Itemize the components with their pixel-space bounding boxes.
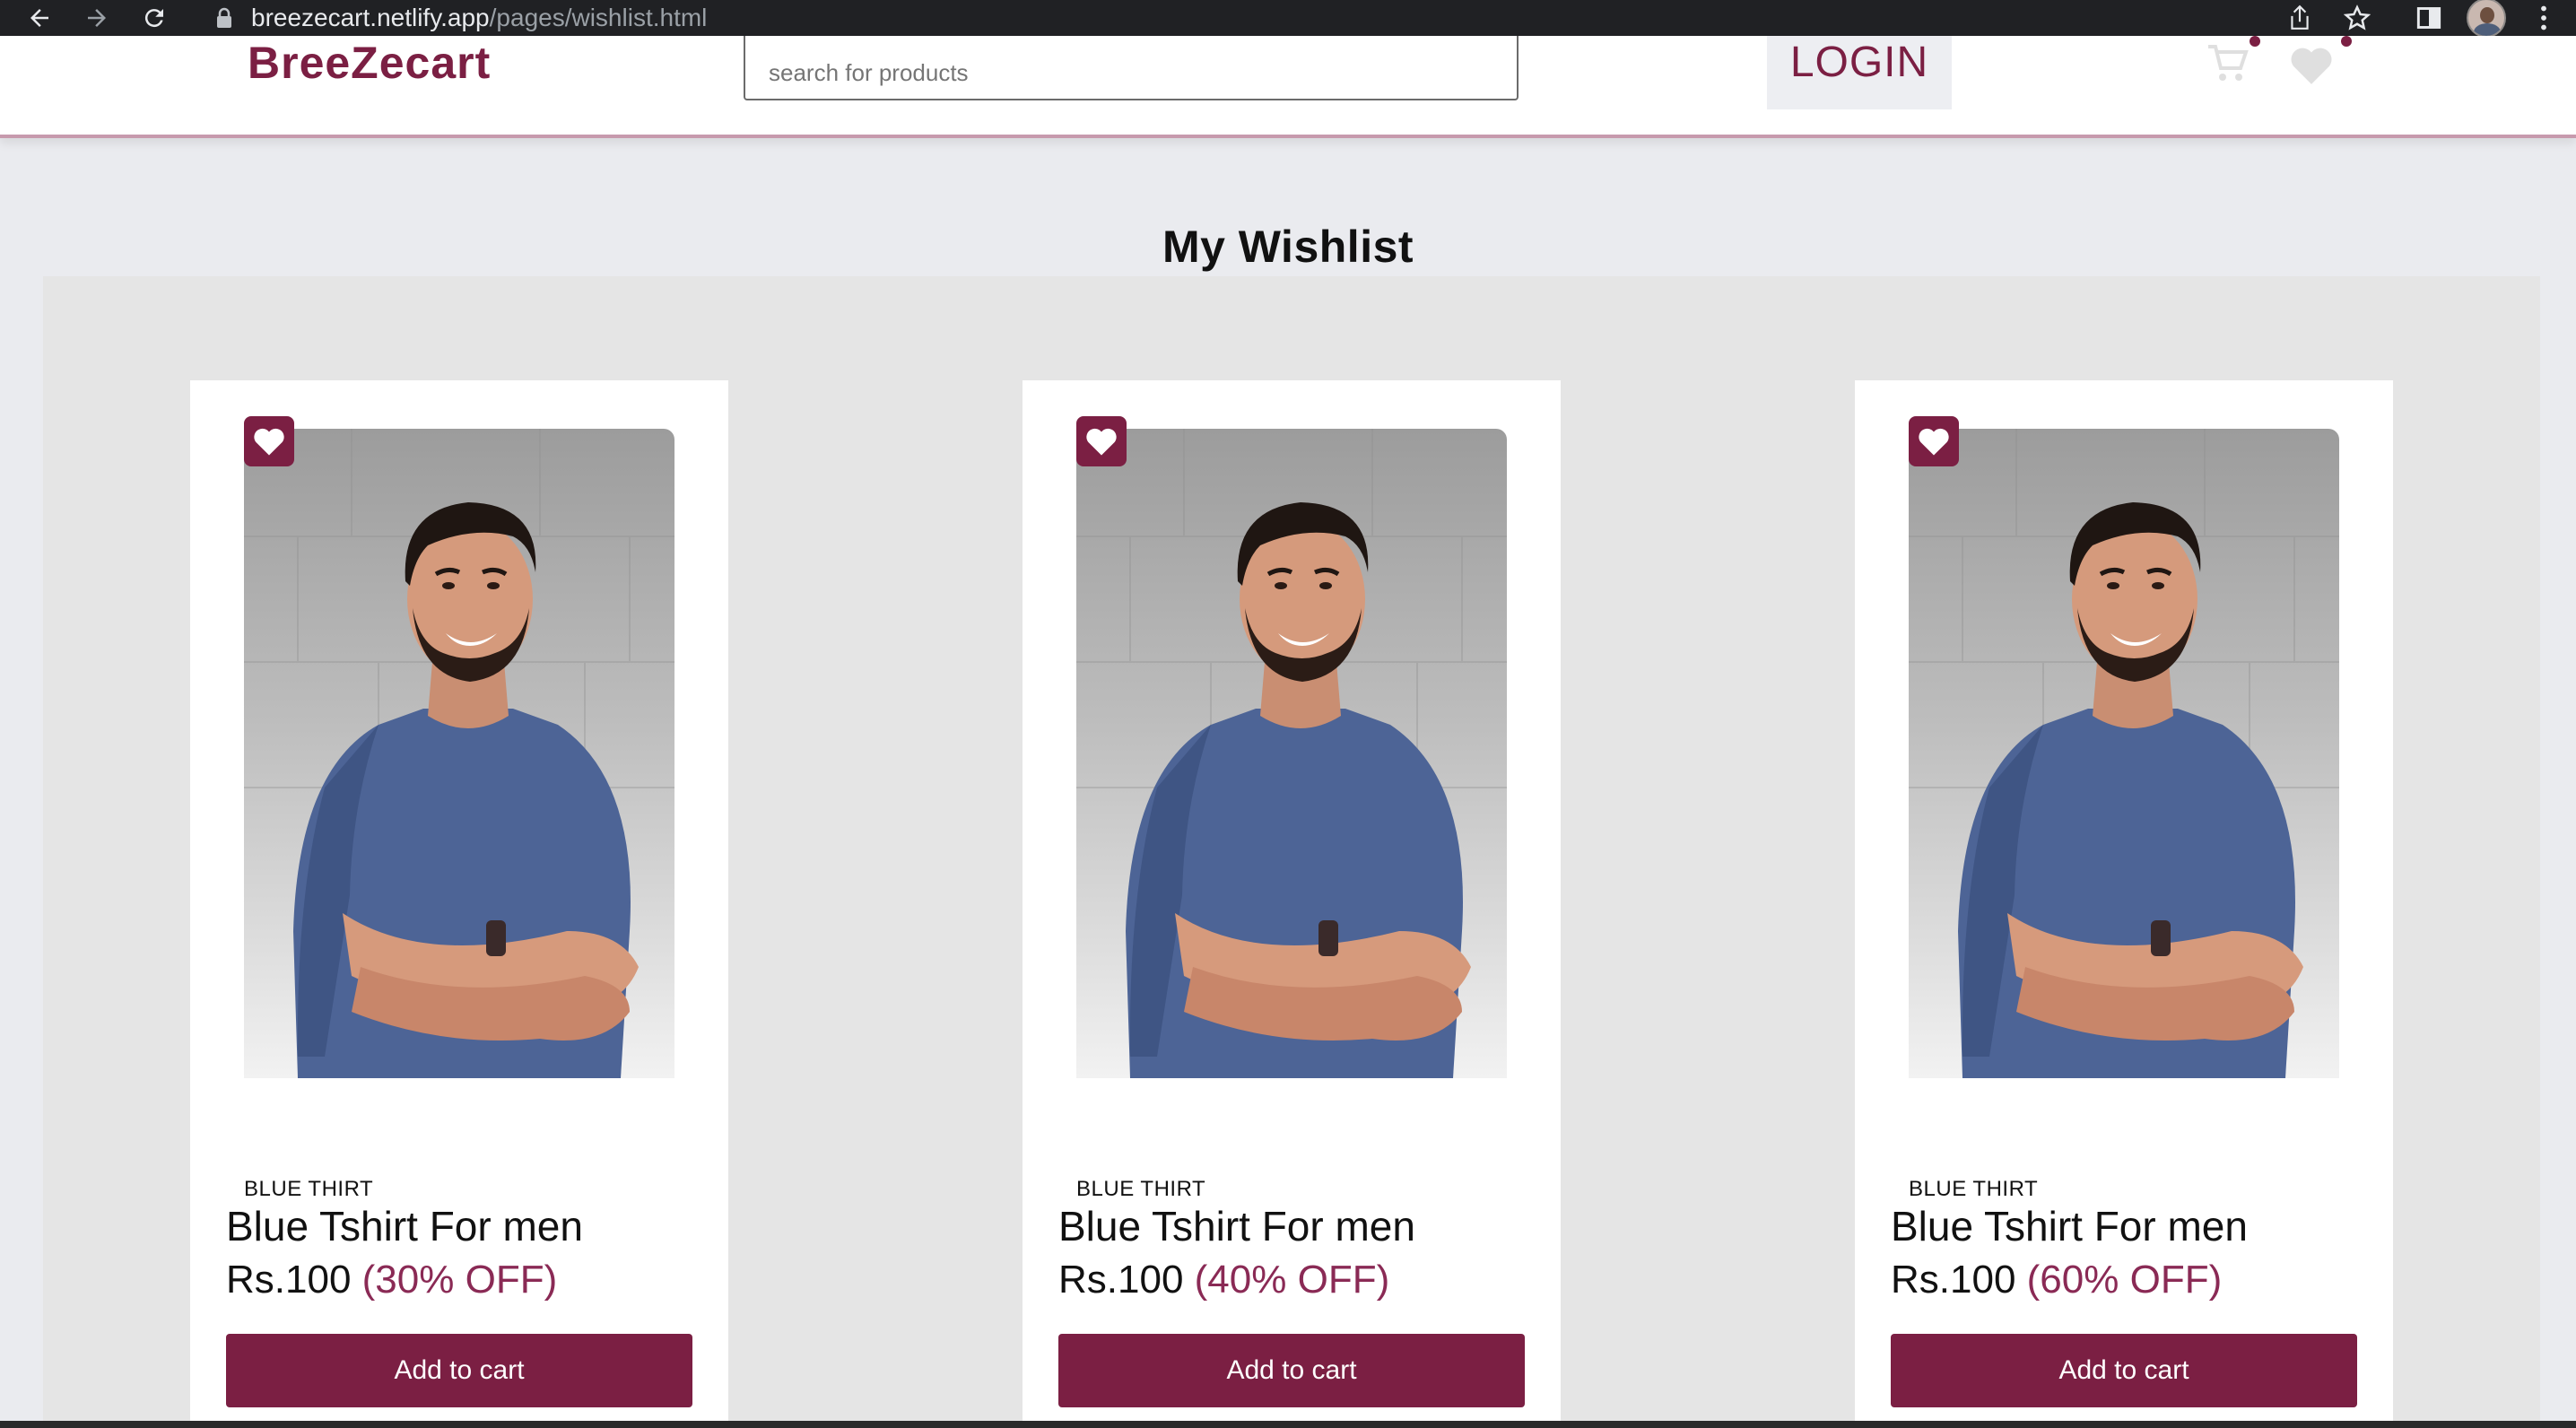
wishlist-badge <box>2341 36 2352 47</box>
page-title: My Wishlist <box>1162 222 1414 272</box>
add-to-cart-button[interactable]: Add to cart <box>1891 1334 2357 1407</box>
url-host: breezecart.netlify.app <box>251 4 490 31</box>
star-icon <box>2344 4 2371 30</box>
product-image[interactable] <box>244 429 674 1078</box>
url-path: /pages/wishlist.html <box>489 4 708 31</box>
model-photo <box>1909 429 2339 1078</box>
add-to-cart-button[interactable]: Add to cart <box>226 1334 692 1407</box>
reload-icon <box>144 9 163 28</box>
wishlist-heart-icon[interactable] <box>2289 45 2334 91</box>
remove-from-wishlist-button[interactable] <box>244 416 294 466</box>
menu-button[interactable] <box>2517 0 2571 36</box>
product-card: BLUE THIRT Blue Tshirt For men Rs.100 (3… <box>190 380 728 1428</box>
product-name: Blue Tshirt For men <box>1891 1203 2248 1250</box>
heart-icon <box>254 428 284 456</box>
scrollbar-track <box>0 1421 2576 1428</box>
remove-from-wishlist-button[interactable] <box>1076 416 1127 466</box>
address-bar[interactable]: breezecart.netlify.app/pages/wishlist.ht… <box>215 0 707 36</box>
site-header: BreeZecart LOGIN <box>0 36 2576 138</box>
product-brand: BLUE THIRT <box>1909 1177 2039 1201</box>
product-image[interactable] <box>1076 429 1507 1078</box>
brand-logo[interactable]: BreeZecart <box>248 36 491 90</box>
cart-badge <box>2250 36 2260 47</box>
remove-from-wishlist-button[interactable] <box>1909 416 1959 466</box>
product-image[interactable] <box>1909 429 2339 1078</box>
price-amount: Rs.100 <box>1058 1258 1184 1302</box>
search-input[interactable] <box>744 36 1519 100</box>
bookmark-button[interactable] <box>2330 0 2384 36</box>
browser-toolbar: breezecart.netlify.app/pages/wishlist.ht… <box>0 0 2576 38</box>
product-brand: BLUE THIRT <box>1076 1177 1206 1201</box>
product-name: Blue Tshirt For men <box>1058 1203 1415 1250</box>
product-name: Blue Tshirt For men <box>226 1203 583 1250</box>
model-photo <box>244 429 674 1078</box>
avatar <box>2467 0 2506 38</box>
more-vertical-icon <box>2541 5 2546 30</box>
share-icon <box>2291 4 2309 30</box>
forward-button[interactable] <box>70 0 124 36</box>
profile-button[interactable] <box>2459 0 2513 38</box>
price-amount: Rs.100 <box>226 1258 352 1302</box>
side-panel-icon <box>2416 7 2441 29</box>
arrow-right-icon <box>88 9 106 27</box>
product-card: BLUE THIRT Blue Tshirt For men Rs.100 (4… <box>1023 380 1561 1428</box>
reload-button[interactable] <box>127 0 181 36</box>
discount-label: (60% OFF) <box>2026 1258 2223 1302</box>
discount-label: (40% OFF) <box>1194 1258 1390 1302</box>
arrow-left-icon <box>30 9 48 27</box>
product-price: Rs.100 (30% OFF) <box>226 1258 557 1302</box>
login-button[interactable]: LOGIN <box>1767 36 1952 109</box>
side-panel-button[interactable] <box>2402 0 2456 36</box>
cart-icon[interactable] <box>2206 45 2250 89</box>
price-amount: Rs.100 <box>1891 1258 2016 1302</box>
heart-icon <box>1086 428 1117 456</box>
share-button[interactable] <box>2273 0 2327 36</box>
product-brand: BLUE THIRT <box>244 1177 374 1201</box>
back-button[interactable] <box>13 0 66 36</box>
heart-icon <box>1919 428 1949 456</box>
lock-icon <box>217 7 231 28</box>
product-card: BLUE THIRT Blue Tshirt For men Rs.100 (6… <box>1855 380 2393 1428</box>
discount-label: (30% OFF) <box>361 1258 558 1302</box>
product-price: Rs.100 (60% OFF) <box>1891 1258 2222 1302</box>
product-price: Rs.100 (40% OFF) <box>1058 1258 1389 1302</box>
add-to-cart-button[interactable]: Add to cart <box>1058 1334 1525 1407</box>
model-photo <box>1076 429 1507 1078</box>
